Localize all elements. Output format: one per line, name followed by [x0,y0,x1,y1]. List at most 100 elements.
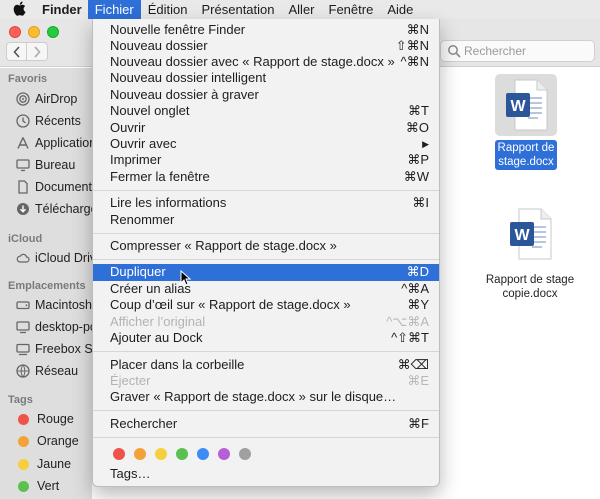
sidebar-tag-orange[interactable]: Orange [16,431,79,451]
tag-green-dot [18,480,29,492]
navigation-buttons [6,42,48,61]
close-window-button[interactable] [9,26,21,38]
airdrop-icon [16,92,30,106]
zoom-window-button[interactable] [47,26,59,38]
menu-item-graver[interactable]: Graver « Rapport de stage.docx » sur le … [93,389,439,405]
cloud-icon [16,253,30,263]
minimize-window-button[interactable] [28,26,40,38]
menu-edition[interactable]: Édition [141,0,195,19]
svg-text:W: W [514,227,530,244]
menu-item-compresser[interactable]: Compresser « Rapport de stage.docx » [93,238,439,254]
fichier-dropdown-menu: Nouvelle fenêtre Finder ⌘N Nouveau dossie… [92,19,440,487]
menu-presentation[interactable]: Présentation [195,0,282,19]
tag-color-blue[interactable] [197,448,209,460]
sidebar-item-macintosh-hd[interactable]: Macintosh HD [16,295,92,315]
downloads-icon [17,203,29,215]
menu-item-lire-informations[interactable]: Lire les informations ⌘I [93,195,439,211]
tag-color-purple[interactable] [218,448,230,460]
menu-item-ouvrir-avec[interactable]: Ouvrir avec ▶ [93,136,439,152]
menu-fenetre[interactable]: Fenêtre [322,0,381,19]
sidebar-section-tags: Tags [8,394,33,406]
menu-item-coup-d-oeil[interactable]: Coup d’œil sur « Rapport de stage.docx »… [93,297,439,313]
menu-aide[interactable]: Aide [380,0,420,19]
sidebar-item-recents[interactable]: Récents [16,111,81,131]
forward-button[interactable] [27,42,48,61]
network-icon [16,364,30,378]
menu-item-afficher-original: Afficher l’original ^⌥⌘A [110,314,429,329]
sidebar-tag-jaune[interactable]: Jaune [16,454,71,474]
tag-color-orange[interactable] [134,448,146,460]
sidebar-section-favoris: Favoris [8,73,48,85]
tag-color-yellow[interactable] [155,448,167,460]
sidebar-item-reseau[interactable]: Réseau [16,361,78,381]
menu-fichier[interactable]: Fichier [87,0,141,19]
sidebar-item-bureau[interactable]: Bureau [16,155,75,175]
menu-separator [93,437,439,438]
menu-item-ejecter: Éjecter ⌘E [110,373,429,388]
tag-color-picker [113,448,251,460]
applications-icon [17,137,29,149]
submenu-arrow-icon: ▶ [422,139,429,149]
sidebar-item-airdrop[interactable]: AirDrop [16,89,77,109]
tag-color-red[interactable] [113,448,125,460]
back-button[interactable] [6,42,27,61]
menu-aller[interactable]: Aller [282,0,322,19]
search-icon [448,45,461,58]
window-controls [9,26,59,38]
sidebar-item-telechargements[interactable]: Téléchargements [16,199,92,219]
sidebar-item-desktop-pc[interactable]: desktop-pc [16,317,92,337]
chevron-right-icon [34,46,41,58]
menu-item-rechercher[interactable]: Rechercher ⌘F [93,416,439,432]
sidebar-tag-vert[interactable]: Vert [16,476,59,496]
menu-item-nouvelle-fenetre[interactable]: Nouvelle fenêtre Finder ⌘N [93,22,439,38]
menu-item-tags[interactable]: Tags… [93,466,439,482]
menu-item-dossier-intelligent[interactable]: Nouveau dossier intelligent [93,70,439,86]
tag-red-dot [18,413,29,425]
sidebar-tag-rouge[interactable]: Rouge [16,409,74,429]
sidebar-item-freebox-server[interactable]: Freebox Server [16,339,92,359]
file-name: Rapport de stage copie.docx [485,274,575,300]
menu-item-renommer[interactable]: Renommer [93,212,439,228]
mouse-cursor-icon [180,270,192,286]
menu-bar: Finder Fichier Édition Présentation Alle… [0,0,600,19]
desktop-icon [16,159,30,172]
disk-icon [16,301,30,310]
word-document-icon: W [506,79,548,131]
recents-icon [16,114,30,128]
sidebar-item-applications[interactable]: Applications [16,133,92,153]
computer-icon [16,321,30,334]
svg-text:W: W [510,98,526,115]
sidebar-section-emplacements: Emplacements [8,280,86,292]
file-item[interactable]: W Rapport de stage copie.docx [480,203,580,301]
file-item-selected[interactable]: W Rapport de stage.docx [488,74,564,170]
tag-orange-dot [18,435,29,447]
sidebar-item-documents[interactable]: Documents [16,177,92,197]
menu-item-ajouter-au-dock[interactable]: Ajouter au Dock ^⇧⌘T [93,330,439,346]
sidebar-item-icloud-drive[interactable]: iCloud Drive [16,248,92,268]
menu-item-imprimer[interactable]: Imprimer ⌘P [93,152,439,168]
menu-item-nouveau-dossier-avec[interactable]: Nouveau dossier avec « Rapport de stage.… [93,54,439,70]
menu-separator [93,351,439,352]
menu-separator [93,259,439,260]
menu-item-ouvrir[interactable]: Ouvrir ⌘O [93,120,439,136]
file-name: Rapport de stage.docx [494,140,558,170]
menu-item-nouveau-dossier[interactable]: Nouveau dossier ⇧⌘N [93,38,439,54]
tag-color-green[interactable] [176,448,188,460]
word-document-icon: W [510,208,552,260]
menu-item-dupliquer[interactable]: Dupliquer ⌘D [93,264,439,281]
tag-color-gray[interactable] [239,448,251,460]
menu-separator [93,233,439,234]
tag-yellow-dot [18,458,29,470]
apple-menu-icon[interactable] [0,1,38,19]
sidebar: Favoris AirDrop Récents Applications Bur… [0,68,92,499]
search-field[interactable]: Rechercher [440,40,595,62]
menu-separator [93,410,439,411]
menu-item-creer-alias[interactable]: Créer un alias ^⌘A [93,281,439,297]
menu-item-dossier-a-graver[interactable]: Nouveau dossier à graver [93,87,439,103]
menu-item-nouvel-onglet[interactable]: Nouvel onglet ⌘T [93,103,439,119]
menu-separator [93,190,439,191]
chevron-left-icon [12,46,20,58]
menu-finder[interactable]: Finder [38,0,88,19]
menu-item-placer-corbeille[interactable]: Placer dans la corbeille ⌘⌫ [93,357,439,373]
menu-item-fermer-fenetre[interactable]: Fermer la fenêtre ⌘W [93,169,439,185]
